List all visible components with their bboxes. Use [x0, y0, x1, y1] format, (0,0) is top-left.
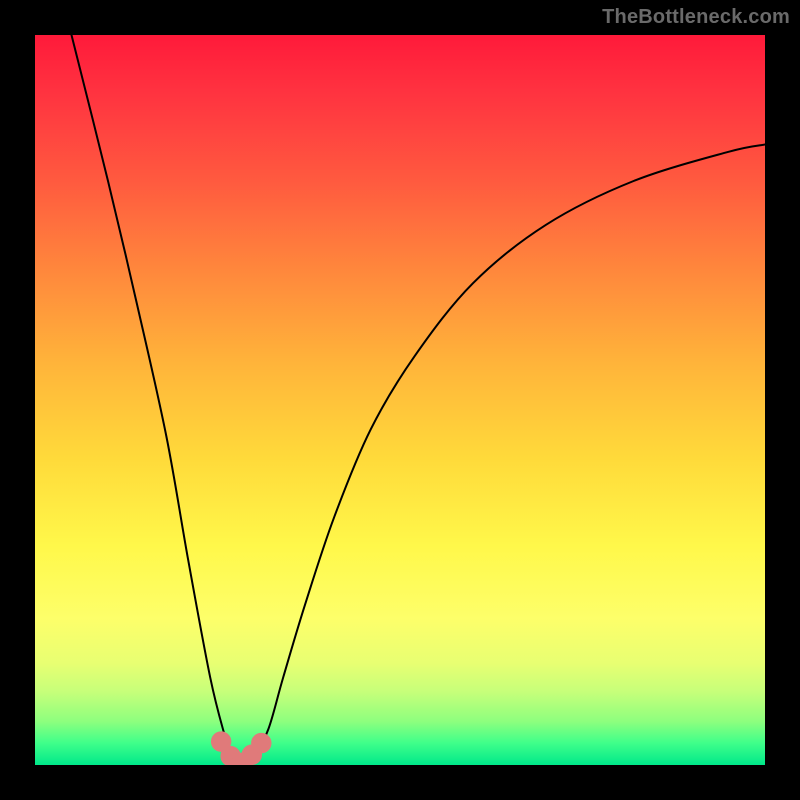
watermark-text: TheBottleneck.com [602, 6, 790, 29]
sweet-spot-marker [255, 737, 268, 750]
curve-svg [35, 35, 765, 765]
chart-frame: TheBottleneck.com [0, 0, 800, 800]
plot-area [35, 35, 765, 765]
sweet-spot-markers [215, 735, 268, 765]
bottleneck-curve [72, 35, 766, 765]
sweet-spot-marker [215, 735, 228, 748]
